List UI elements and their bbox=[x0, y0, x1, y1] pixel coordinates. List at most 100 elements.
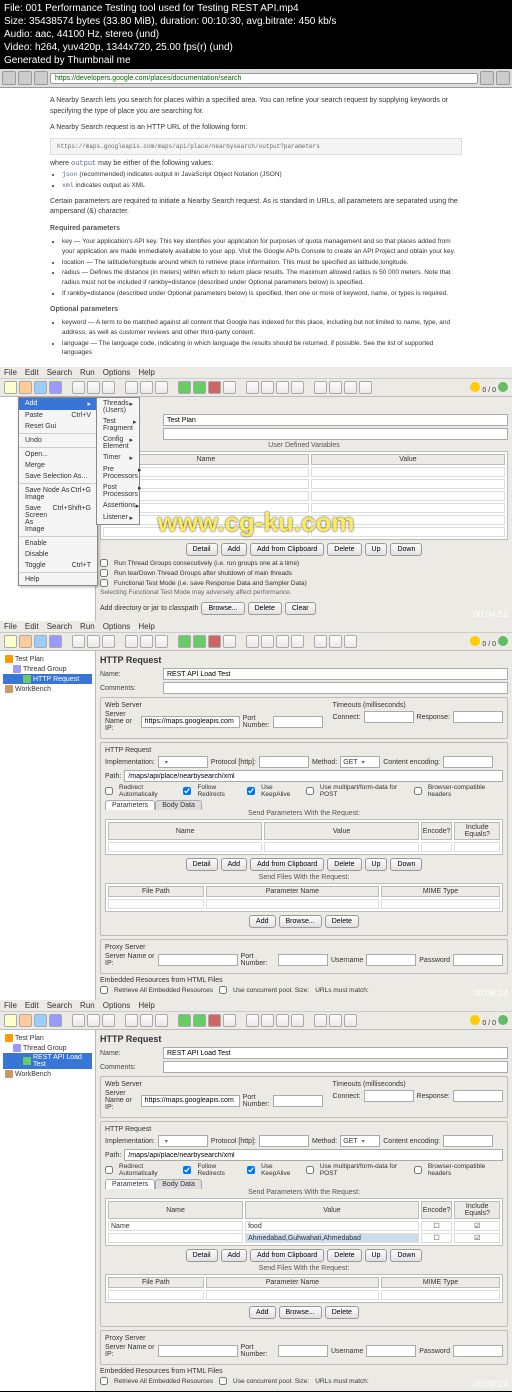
menu-edit-3[interactable]: Edit bbox=[25, 622, 39, 631]
comments-input[interactable] bbox=[163, 428, 508, 440]
stop-button-4[interactable] bbox=[208, 1014, 221, 1027]
toggle-button[interactable] bbox=[155, 381, 168, 394]
tree-testplan-3[interactable]: Test Plan bbox=[3, 654, 92, 664]
add-clip-button[interactable]: Add from Clipboard bbox=[250, 543, 324, 556]
server-input-4[interactable] bbox=[141, 1095, 240, 1107]
help-tb-button[interactable] bbox=[359, 381, 372, 394]
f-del-4[interactable]: Delete bbox=[325, 1306, 359, 1319]
menu-search[interactable]: Search bbox=[47, 368, 72, 377]
follow-cb-4[interactable] bbox=[183, 1166, 191, 1174]
templates-button[interactable] bbox=[19, 381, 32, 394]
save-button-4[interactable] bbox=[49, 1014, 62, 1027]
save-button-3[interactable] bbox=[49, 635, 62, 648]
retrieve-cb-4[interactable] bbox=[100, 1377, 108, 1385]
ctx-undo[interactable]: Undo bbox=[19, 435, 97, 446]
proxy-user-4[interactable] bbox=[366, 1345, 416, 1357]
functional-checkbox[interactable] bbox=[100, 579, 108, 587]
redir-auto-cb-4[interactable] bbox=[105, 1166, 113, 1174]
body-tab-4[interactable]: Body Data bbox=[155, 1179, 202, 1189]
p-add-3[interactable]: Add bbox=[221, 858, 247, 871]
toggle-button-4[interactable] bbox=[155, 1014, 168, 1027]
sub-pre[interactable]: Pre Processors▸ bbox=[97, 464, 139, 482]
teardown-checkbox[interactable] bbox=[100, 569, 108, 577]
start-no-timers-button[interactable] bbox=[193, 381, 206, 394]
menu-options-3[interactable]: Options bbox=[103, 622, 131, 631]
tree-workbench-4[interactable]: WorkBench bbox=[3, 1069, 92, 1079]
enc-input-3[interactable] bbox=[443, 756, 493, 768]
files-table-3[interactable]: File PathParameter NameMIME Type bbox=[105, 883, 503, 912]
menu-file-4[interactable]: File bbox=[4, 1001, 17, 1010]
browser-cb-4[interactable] bbox=[414, 1166, 422, 1174]
files-table-4[interactable]: File PathParameter NameMIME Type bbox=[105, 1274, 503, 1303]
method-combo-3[interactable]: GET bbox=[340, 756, 380, 768]
collapse-button-3[interactable] bbox=[140, 635, 153, 648]
params-table-4[interactable]: NameValueEncode?Include Equals? Namefood… bbox=[105, 1198, 503, 1246]
collapse-button[interactable] bbox=[140, 381, 153, 394]
ctx-disable[interactable]: Disable bbox=[19, 549, 97, 560]
remote-stop-4[interactable] bbox=[261, 1014, 274, 1027]
tree-workbench-3[interactable]: WorkBench bbox=[3, 684, 92, 694]
name-input[interactable] bbox=[163, 414, 508, 426]
connect-input-3[interactable] bbox=[364, 711, 414, 723]
cp-delete-button[interactable]: Delete bbox=[248, 602, 282, 615]
proxy-user-3[interactable] bbox=[366, 954, 416, 966]
copy-button[interactable] bbox=[87, 381, 100, 394]
f-browse-3[interactable]: Browse... bbox=[279, 915, 322, 928]
p-del-4[interactable]: Delete bbox=[327, 1249, 361, 1262]
sub-timer[interactable]: Timer▸ bbox=[97, 452, 139, 464]
proxy-server-3[interactable] bbox=[158, 954, 238, 966]
sub-config[interactable]: Config Element▸ bbox=[97, 434, 139, 452]
reload-button[interactable] bbox=[34, 71, 48, 85]
bookmark-button[interactable] bbox=[480, 71, 494, 85]
name-input-3[interactable] bbox=[163, 668, 508, 680]
response-input-4[interactable] bbox=[453, 1090, 503, 1102]
name-input-4[interactable] bbox=[163, 1047, 508, 1059]
expand-button[interactable] bbox=[125, 381, 138, 394]
detail-button[interactable]: Detail bbox=[186, 543, 218, 556]
function-helper-button[interactable] bbox=[344, 381, 357, 394]
sub-post[interactable]: Post Processors▸ bbox=[97, 482, 139, 500]
proxy-server-4[interactable] bbox=[158, 1345, 238, 1357]
response-input-3[interactable] bbox=[453, 711, 503, 723]
menu-help-3[interactable]: Help bbox=[138, 622, 154, 631]
fn-helper-3[interactable] bbox=[329, 635, 342, 648]
impl-combo-4[interactable] bbox=[158, 1135, 208, 1147]
p-down-4[interactable]: Down bbox=[390, 1249, 422, 1262]
proxy-port-4[interactable] bbox=[278, 1345, 328, 1357]
params-tab-4[interactable]: Parameters bbox=[105, 1179, 155, 1189]
reset-search-button[interactable] bbox=[329, 381, 342, 394]
retrieve-cb-3[interactable] bbox=[100, 986, 108, 994]
remote-start-4[interactable] bbox=[246, 1014, 259, 1027]
p-clip-3[interactable]: Add from Clipboard bbox=[250, 858, 324, 871]
menu-options-4[interactable]: Options bbox=[103, 1001, 131, 1010]
ctx-save-sel[interactable]: Save Selection As... bbox=[19, 471, 97, 482]
browser-cb-3[interactable] bbox=[414, 787, 422, 795]
clear-all-3[interactable] bbox=[291, 635, 304, 648]
save-button[interactable] bbox=[49, 381, 62, 394]
ctx-open[interactable]: Open... bbox=[19, 449, 97, 460]
sub-threads[interactable]: Threads (Users)▸ bbox=[97, 398, 139, 416]
sub-assert[interactable]: Assertions▸ bbox=[97, 500, 139, 512]
method-combo-4[interactable]: GET bbox=[340, 1135, 380, 1147]
stop-button[interactable] bbox=[208, 381, 221, 394]
comments-input-3[interactable] bbox=[163, 682, 508, 694]
cp-clear-button[interactable]: Clear bbox=[285, 602, 316, 615]
stop-button-3[interactable] bbox=[208, 635, 221, 648]
f-del-3[interactable]: Delete bbox=[325, 915, 359, 928]
menu-file-3[interactable]: File bbox=[4, 622, 17, 631]
concurrent-cb-3[interactable] bbox=[219, 986, 227, 994]
shutdown-button[interactable] bbox=[223, 381, 236, 394]
port-input-3[interactable] bbox=[273, 716, 323, 728]
start-nt-button-4[interactable] bbox=[193, 1014, 206, 1027]
toggle-button-3[interactable] bbox=[155, 635, 168, 648]
delete-button[interactable]: Delete bbox=[327, 543, 361, 556]
multipart-cb-4[interactable] bbox=[306, 1166, 314, 1174]
open-button[interactable] bbox=[34, 381, 47, 394]
new-button-4[interactable] bbox=[4, 1014, 17, 1027]
cut-button[interactable] bbox=[72, 381, 85, 394]
f-add-3[interactable]: Add bbox=[249, 915, 275, 928]
expand-button-4[interactable] bbox=[125, 1014, 138, 1027]
menu-search-4[interactable]: Search bbox=[47, 1001, 72, 1010]
menu-file[interactable]: File bbox=[4, 368, 17, 377]
f-add-4[interactable]: Add bbox=[249, 1306, 275, 1319]
